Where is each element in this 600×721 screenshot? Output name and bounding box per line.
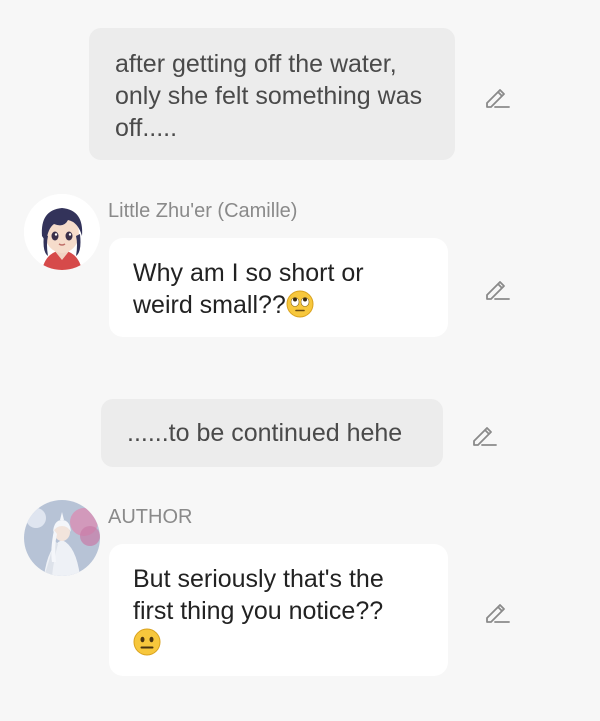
narration-text: ......to be continued hehe — [127, 419, 403, 447]
narration-bubble: after getting off the water, only she fe… — [89, 28, 455, 160]
character-avatar[interactable] — [24, 194, 100, 270]
chat-bubble: Why am I so short or weird small?? — [109, 238, 448, 337]
author-avatar[interactable] — [24, 500, 100, 576]
chat-text: But seriously that's the first thing you… — [133, 565, 384, 625]
sender-name: Little Zhu'er (Camille) — [108, 200, 298, 222]
eye-roll-emoji — [286, 290, 314, 318]
chat-text: Why am I so short or weird small?? — [133, 259, 364, 319]
edit-message-button[interactable] — [483, 274, 511, 302]
pencil-edit-icon — [486, 281, 510, 300]
neutral-face-emoji — [133, 628, 161, 656]
author-portrait — [24, 500, 100, 576]
character-portrait — [24, 194, 100, 270]
pencil-edit-icon — [486, 89, 510, 108]
chat-bubble: But seriously that's the first thing you… — [109, 544, 448, 676]
narration-bubble: ......to be continued hehe — [101, 399, 443, 467]
edit-message-button[interactable] — [483, 82, 511, 110]
edit-message-button[interactable] — [483, 597, 511, 625]
sender-name: AUTHOR — [108, 506, 193, 528]
pencil-edit-icon — [486, 604, 510, 623]
narration-text: after getting off the water, only she fe… — [115, 50, 423, 142]
pencil-edit-icon — [473, 427, 497, 446]
edit-message-button[interactable] — [470, 420, 498, 448]
